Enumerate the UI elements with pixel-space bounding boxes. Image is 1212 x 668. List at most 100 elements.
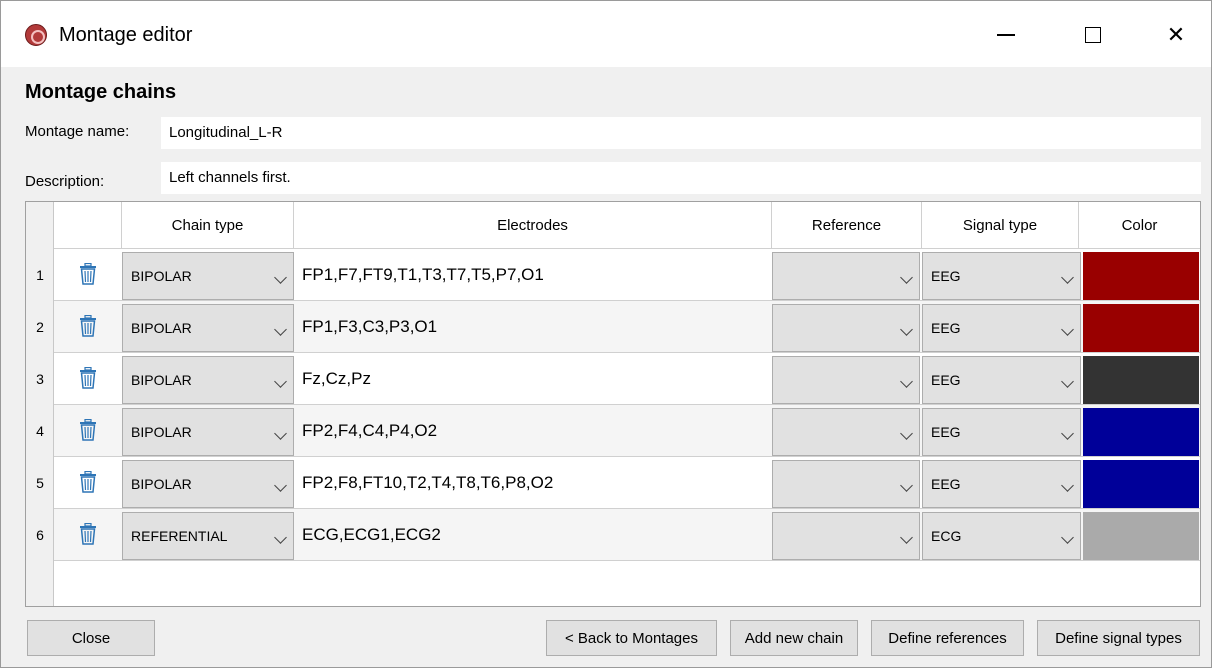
signal-type-select[interactable]: EEG (922, 408, 1081, 456)
chevron-down-icon (1061, 479, 1074, 492)
reference-select[interactable] (772, 408, 920, 456)
electrodes-cell[interactable]: FP1,F7,FT9,T1,T3,T7,T5,P7,O1 (296, 249, 772, 301)
row-number: 6 (36, 527, 44, 543)
color-swatch[interactable] (1083, 460, 1199, 508)
signal-type-value: EEG (931, 476, 961, 492)
back-to-montages-button[interactable]: < Back to Montages (546, 620, 717, 656)
chevron-down-icon (1061, 271, 1074, 284)
electrodes-cell[interactable]: FP1,F3,C3,P3,O1 (296, 301, 772, 353)
window-title: Montage editor (59, 24, 193, 46)
chain-type-select[interactable]: REFERENTIAL (122, 512, 294, 560)
chevron-down-icon (900, 531, 913, 544)
header-reference: Reference (772, 202, 922, 249)
chevron-down-icon (1061, 323, 1074, 336)
color-swatch[interactable] (1083, 304, 1199, 352)
close-button[interactable]: Close (27, 620, 155, 656)
table-row: BIPOLAR FP1,F7,FT9,T1,T3,T7,T5,P7,O1 EEG (54, 249, 1200, 301)
close-icon: ✕ (1166, 22, 1186, 47)
table-row: REFERENTIAL ECG,ECG1,ECG2 ECG (54, 509, 1200, 561)
header-chain-type: Chain type (122, 202, 294, 249)
define-references-button[interactable]: Define references (871, 620, 1024, 656)
montage-name-label: Montage name: (25, 123, 130, 140)
add-new-chain-button[interactable]: Add new chain (730, 620, 858, 656)
signal-type-select[interactable]: EEG (922, 460, 1081, 508)
signal-type-value: EEG (931, 424, 961, 440)
trash-icon[interactable] (79, 367, 97, 389)
electrodes-cell[interactable]: Fz,Cz,Pz (296, 353, 772, 405)
trash-icon[interactable] (79, 315, 97, 337)
table-row: BIPOLAR FP2,F4,C4,P4,O2 EEG (54, 405, 1200, 457)
reference-select[interactable] (772, 252, 920, 300)
trash-icon[interactable] (79, 471, 97, 493)
row-number: 5 (36, 475, 44, 491)
signal-type-select[interactable]: EEG (922, 356, 1081, 404)
chevron-down-icon (274, 427, 287, 440)
montage-editor-window: Montage editor ✕ Montage chains Montage … (0, 0, 1212, 668)
signal-type-select[interactable]: ECG (922, 512, 1081, 560)
close-window-button[interactable]: ✕ (1154, 15, 1198, 55)
row-number: 4 (36, 423, 44, 439)
chevron-down-icon (274, 531, 287, 544)
table-row: BIPOLAR FP2,F8,FT10,T2,T4,T8,T6,P8,O2 EEG (54, 457, 1200, 509)
trash-icon[interactable] (79, 263, 97, 285)
section-heading: Montage chains (25, 81, 177, 103)
signal-type-value: EEG (931, 268, 961, 284)
minimize-button[interactable] (984, 15, 1028, 55)
signal-type-select[interactable]: EEG (922, 252, 1081, 300)
chain-type-value: BIPOLAR (131, 320, 192, 336)
chevron-down-icon (274, 323, 287, 336)
table-row: BIPOLAR FP1,F3,C3,P3,O1 EEG (54, 301, 1200, 353)
color-swatch[interactable] (1083, 408, 1199, 456)
electrodes-cell[interactable]: ECG,ECG1,ECG2 (296, 509, 772, 561)
chain-type-value: BIPOLAR (131, 268, 192, 284)
define-signal-types-button[interactable]: Define signal types (1037, 620, 1200, 656)
chevron-down-icon (900, 479, 913, 492)
row-divider (54, 560, 1200, 561)
chain-type-select[interactable]: BIPOLAR (122, 408, 294, 456)
color-swatch[interactable] (1083, 356, 1199, 404)
signal-type-select[interactable]: EEG (922, 304, 1081, 352)
chain-type-select[interactable]: BIPOLAR (122, 356, 294, 404)
app-logo-icon (25, 24, 47, 46)
chain-type-select[interactable]: BIPOLAR (122, 252, 294, 300)
chevron-down-icon (274, 271, 287, 284)
chevron-down-icon (900, 271, 913, 284)
color-swatch[interactable] (1083, 252, 1199, 300)
maximize-button[interactable] (1071, 15, 1115, 55)
chain-type-select[interactable]: BIPOLAR (122, 460, 294, 508)
color-swatch[interactable] (1083, 512, 1199, 560)
signal-type-value: EEG (931, 320, 961, 336)
chevron-down-icon (1061, 375, 1074, 388)
chevron-down-icon (1061, 531, 1074, 544)
trash-icon[interactable] (79, 419, 97, 441)
minimize-icon (997, 34, 1015, 36)
row-number: 1 (36, 267, 44, 283)
chain-type-value: REFERENTIAL (131, 528, 228, 544)
header-delete (54, 202, 122, 249)
reference-select[interactable] (772, 304, 920, 352)
reference-select[interactable] (772, 356, 920, 404)
trash-icon[interactable] (79, 523, 97, 545)
chevron-down-icon (900, 375, 913, 388)
signal-type-value: ECG (931, 528, 962, 544)
header-signal-type: Signal type (922, 202, 1079, 249)
maximize-icon (1085, 27, 1101, 43)
header-color: Color (1079, 202, 1200, 249)
electrodes-cell[interactable]: FP2,F8,FT10,T2,T4,T8,T6,P8,O2 (296, 457, 772, 509)
chevron-down-icon (274, 375, 287, 388)
reference-select[interactable] (772, 512, 920, 560)
chain-type-value: BIPOLAR (131, 424, 192, 440)
description-input[interactable]: Left channels first. (161, 162, 1201, 194)
signal-type-value: EEG (931, 372, 961, 388)
montage-name-input[interactable]: Longitudinal_L-R (161, 117, 1201, 149)
electrodes-cell[interactable]: FP2,F4,C4,P4,O2 (296, 405, 772, 457)
chevron-down-icon (274, 479, 287, 492)
chain-type-value: BIPOLAR (131, 372, 192, 388)
chevron-down-icon (1061, 427, 1074, 440)
description-label: Description: (25, 173, 105, 190)
reference-select[interactable] (772, 460, 920, 508)
header-electrodes: Electrodes (294, 202, 772, 249)
chain-type-select[interactable]: BIPOLAR (122, 304, 294, 352)
chains-table: Chain type Electrodes Reference Signal t… (25, 201, 1201, 607)
title-bar: Montage editor ✕ (1, 1, 1211, 67)
